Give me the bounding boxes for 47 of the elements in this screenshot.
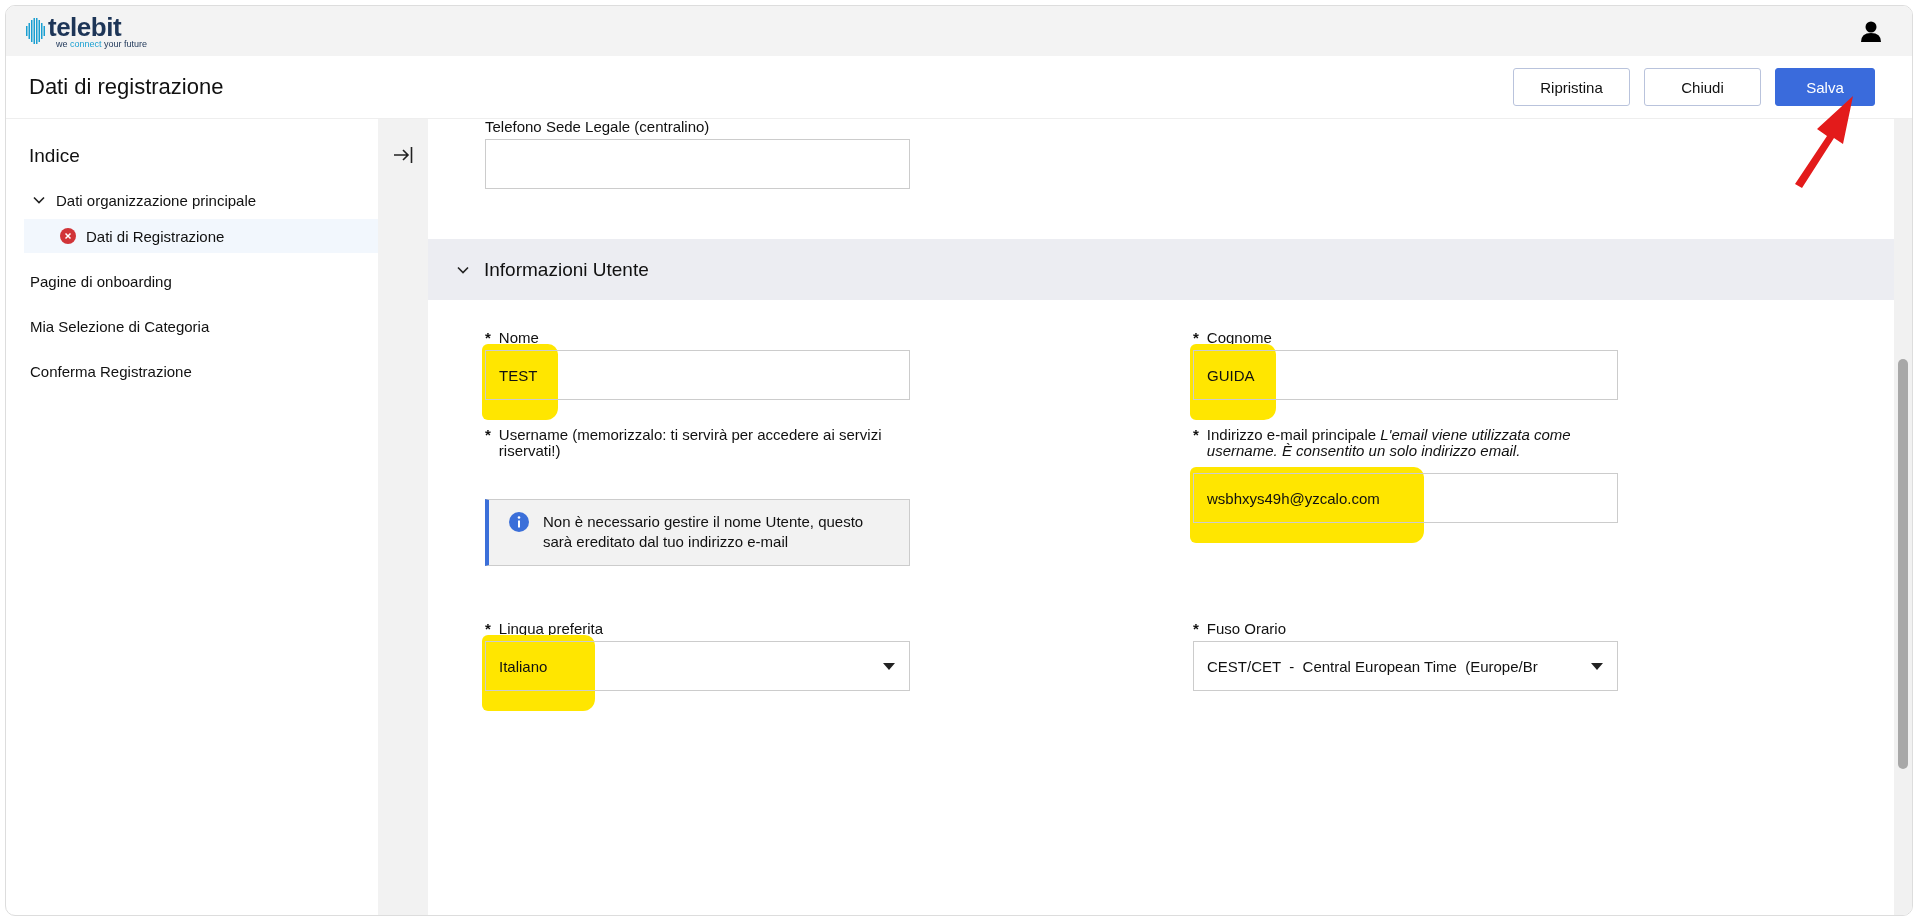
text-input-field[interactable]: wsbhxys49h@yzcalo.com bbox=[1193, 473, 1618, 523]
sidebar-heading: Indice bbox=[29, 145, 81, 167]
page-title: Dati di registrazione bbox=[29, 74, 224, 100]
sidebar-item[interactable]: Mia Selezione di Categoria bbox=[24, 309, 378, 343]
sidebar-item[interactable]: Conferma Registrazione bbox=[24, 354, 378, 388]
text-input-field[interactable]: GUIDA bbox=[1193, 350, 1618, 400]
logo-name: telebit bbox=[48, 13, 123, 40]
sidebar-item[interactable]: Pagine di onboarding bbox=[24, 264, 378, 298]
info-text: Non è necessario gestire il nome Utente, questo sarà ereditato dal tuo indirizzo e-mail bbox=[543, 512, 865, 552]
required-mark: * bbox=[1193, 621, 1199, 637]
field-value: TEST bbox=[499, 366, 538, 384]
field-label: Indirizzo e-mail principale L'email viene utilizzata come username. È consentito un solo indirizzo email. bbox=[1206, 427, 1572, 459]
sidebar-item[interactable]: Dati organizzazione principale bbox=[24, 181, 378, 219]
field-label: Username (memorizzalo: ti servirà per accedere ai servizi riservati!) bbox=[498, 427, 883, 459]
field-label: Telefono Sede Legale (centralino) bbox=[485, 119, 711, 135]
text-input-field[interactable]: TEST bbox=[485, 350, 910, 400]
required-mark: * bbox=[1193, 427, 1199, 445]
required-mark: * bbox=[485, 621, 491, 637]
dropdown-field[interactable]: Italiano bbox=[485, 641, 910, 691]
field-label: Cognome bbox=[1206, 330, 1272, 346]
field-value: GUIDA bbox=[1207, 366, 1255, 384]
field-label: Fuso Orario bbox=[1206, 621, 1287, 637]
field-value: Italiano bbox=[499, 657, 548, 675]
logo-icon bbox=[26, 18, 46, 44]
caret-icon bbox=[883, 662, 895, 670]
collapse-panel-icon[interactable] bbox=[393, 146, 413, 164]
action-button[interactable]: Ripristina bbox=[1513, 68, 1630, 106]
section-header[interactable]: Informazioni Utente bbox=[428, 239, 1894, 300]
error-icon bbox=[60, 228, 76, 244]
action-button[interactable]: Chiudi bbox=[1644, 68, 1761, 106]
phone-input-field[interactable] bbox=[485, 139, 910, 189]
dropdown-field[interactable]: CEST/CET - Central European Time (Europe/Br bbox=[1193, 641, 1618, 691]
caret-icon bbox=[1591, 662, 1603, 670]
scrollbar[interactable] bbox=[1894, 119, 1912, 915]
logo-tagline: we connect your future bbox=[56, 39, 148, 49]
save-button[interactable]: Salva bbox=[1775, 68, 1875, 106]
required-mark: * bbox=[485, 427, 491, 445]
info-icon bbox=[509, 512, 529, 532]
field-label: Nome bbox=[498, 330, 539, 346]
required-mark: * bbox=[1193, 330, 1199, 346]
field-value: wsbhxys49h@yzcalo.com bbox=[1207, 489, 1380, 507]
scrollbar-thumb[interactable] bbox=[1898, 359, 1908, 769]
user-icon[interactable] bbox=[1860, 20, 1882, 42]
field-label: Lingua preferita bbox=[498, 621, 604, 637]
sidebar-item[interactable]: Dati di Registrazione bbox=[24, 219, 378, 253]
field-value: CEST/CET - Central European Time (Europe/Br bbox=[1207, 657, 1538, 675]
required-mark: * bbox=[485, 330, 491, 346]
